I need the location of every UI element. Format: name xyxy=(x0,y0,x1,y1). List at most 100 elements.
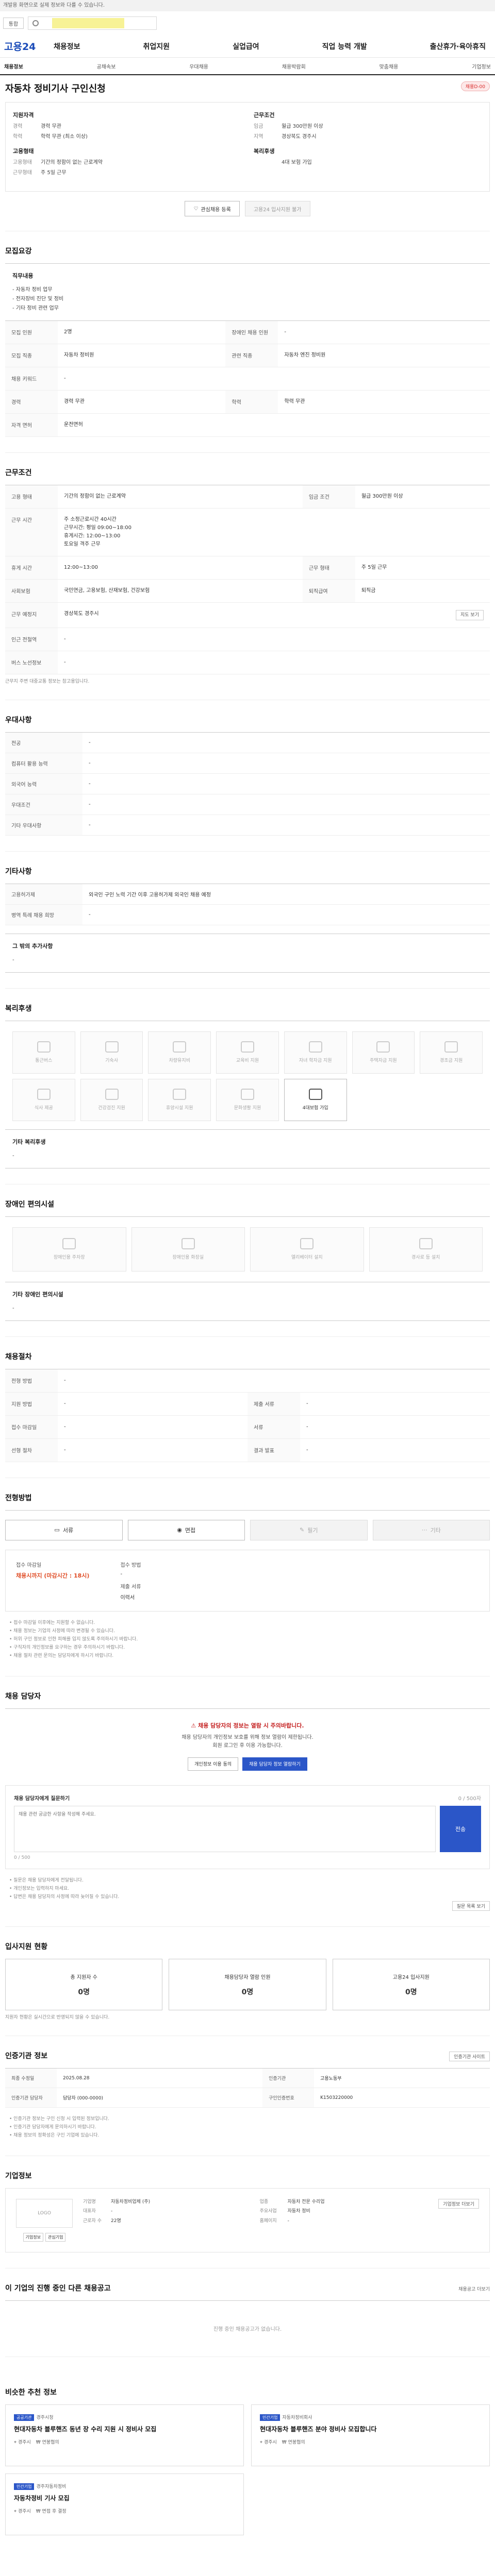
sub-nav-item[interactable]: 채용박람회 xyxy=(282,62,306,70)
work-note: 근무지 주변 대중교통 정보는 참고용입니다. xyxy=(5,679,90,685)
method-item: ◉ 면접 xyxy=(127,1519,245,1540)
recommend-card[interactable]: 민간기업 경주자동차정비 자동차정비 기사 모집 ⌖ 경주시 ₩ 면접 후 결정 xyxy=(5,2473,244,2535)
gnb-item[interactable]: 취업지원 xyxy=(143,41,170,52)
section-title: 근무조건 xyxy=(5,468,32,477)
summary-heading: 지원자격 xyxy=(13,112,34,118)
pay-icon: ₩ 면접 후 결정 xyxy=(36,2509,67,2515)
other-jobs-more-link[interactable]: 채용공고 더보기 xyxy=(458,2285,490,2292)
manager-notes: 질문은 채용 담당자에게 전달됩니다. 개인정보는 입력하지 마세요. 답변은 … xyxy=(5,1876,490,1902)
summary-row: 근무형태 주 5일 근무 xyxy=(13,170,67,176)
section-title: 전형방법 xyxy=(5,1494,32,1502)
car-icon xyxy=(173,1041,187,1053)
section-prefer: 우대사항 전공 - 컴퓨터 활용 능력 - 외국어 능력 - 우대조건 - 기타 우대사… xyxy=(5,700,490,836)
welfare-item: 경조금 지원 xyxy=(420,1031,483,1074)
search-box[interactable] xyxy=(28,16,157,30)
qa-send-button[interactable]: 전송 xyxy=(440,1805,481,1852)
health-icon xyxy=(105,1089,119,1100)
search-scope-select[interactable]: 통합 xyxy=(3,18,24,29)
gnb-item[interactable]: 실업급여 xyxy=(233,41,259,52)
interest-button[interactable]: ♡ 관심채용 등록 xyxy=(185,201,240,216)
apply-button[interactable]: 고용24 입사지원 불가 xyxy=(244,201,310,216)
site-logo[interactable]: 고용24 xyxy=(4,39,54,53)
summary-row: 고용형태 기간의 정함이 없는 근로계약 xyxy=(13,160,103,165)
ramp-icon xyxy=(419,1238,433,1250)
corp-more-button[interactable]: 기업정보 더보기 xyxy=(438,2198,479,2209)
sub-nav-item[interactable]: 맞춤채용 xyxy=(380,62,399,70)
section-applicants: 입사지원 현황 총 지원자 수 0명 채용담당자 열람 인원 0명 고용24 입사지… xyxy=(5,1926,490,2020)
dorm-icon xyxy=(105,1041,119,1053)
document-icon: ▭ xyxy=(54,1527,60,1534)
section-process: 채용절차 전형 방법 - 지원 방법 - 제출 서류 - 접수 마감일 - 서류 - 선형 절… xyxy=(5,1336,490,1462)
recommend-card[interactable]: 민간기업 자동차정비회사 현대자동차 블루핸즈 분야 정비사 모집합니다 ⌖ 경주… xyxy=(251,2404,490,2466)
summary-row: 경력 경력 무관 xyxy=(13,124,61,129)
corp-favorite-button[interactable]: 관심기업 xyxy=(45,2232,66,2242)
sub-nav-item[interactable]: 채용정보 xyxy=(4,62,23,70)
welfare-item: 문화생활 지원 xyxy=(216,1078,279,1121)
summary-welfare: 복리후생 4대 보험 가입 xyxy=(254,147,482,166)
house-icon xyxy=(376,1041,390,1053)
resort-icon xyxy=(173,1089,187,1100)
section-corp: 기업정보 LOGO 기업정보 관심기업 기업명 자동차정비업체 (주) 업종 자동차… xyxy=(5,2155,490,2252)
method-item: ▭ 서류 xyxy=(5,1519,123,1540)
search-row: 통합 xyxy=(0,11,495,35)
section-title: 우대사항 xyxy=(5,716,32,725)
welfare-grid: 통근버스 기숙사 차량유지비 교육비 지원 자녀 학자금 지원 주택자금 지원 … xyxy=(5,1020,490,1129)
qa-textarea[interactable] xyxy=(14,1805,436,1852)
search-highlight xyxy=(52,18,124,28)
prefer-table: 전공 - 컴퓨터 활용 능력 - 외국어 능력 - 우대조건 - 기타 우대사항 - xyxy=(5,732,490,836)
sub-nav-item[interactable]: 우대채용 xyxy=(189,62,208,70)
corp-info-button[interactable]: 기업정보 xyxy=(23,2232,43,2242)
section-title: 채용 담당자 xyxy=(5,1692,41,1701)
welfare-item: 식사 제공 xyxy=(12,1078,75,1121)
scholarship-icon xyxy=(308,1041,322,1053)
view-manager-button[interactable]: 채용 담당자 정보 열람하기 xyxy=(242,1757,307,1771)
section-title: 기타사항 xyxy=(5,868,32,876)
consent-button[interactable]: 개인정보 이용 동의 xyxy=(188,1757,239,1771)
warning-icon: ⚠ xyxy=(191,1722,199,1729)
map-button[interactable]: 지도 보기 xyxy=(456,609,484,621)
job-header: 자동차 정비기사 구인신청 채용D-00 xyxy=(0,75,495,95)
section-title: 비슷한 추천 정보 xyxy=(5,2388,57,2397)
gnb-item[interactable]: 출산휴가·육아휴직 xyxy=(430,41,486,52)
section-title: 복리후생 xyxy=(5,1004,32,1013)
recommend-card[interactable]: 공공기관 경주시청 현대자동차 블루핸즈 동년 장 수리 지원 시 정비사 모집 … xyxy=(5,2404,244,2466)
summary-row: 지역 경상북도 경주시 xyxy=(254,134,317,140)
disabled-extra: 기타 장애인 편의시설 - xyxy=(5,1281,490,1321)
welfare-item: 건강검진 지원 xyxy=(80,1078,143,1121)
deadline-value: 채용시까지 (마감시간 : 18시) xyxy=(16,1572,90,1579)
parking-icon xyxy=(62,1238,76,1250)
apply-info-box: 접수 마감일 채용시까지 (마감시간 : 18시) 접수 방법 - 제출 서류 … xyxy=(5,1549,490,1612)
etc-table: 고용허가제 외국인 구인 노력 기간 이후 고용허가제 외국인 채용 예정 병역 … xyxy=(5,884,490,926)
pencil-icon: ✎ xyxy=(300,1527,305,1534)
section-other-jobs: 이 기업의 진행 중인 다른 채용공고 채용공고 더보기 진행 중인 채용공고가… xyxy=(5,2267,490,2357)
welfare-item: 교육비 지원 xyxy=(216,1031,279,1074)
insurance-icon xyxy=(308,1089,322,1100)
method-item: ✎ 필기 xyxy=(250,1519,368,1540)
top-notice: 개발용 화면으로 실제 정보와 다를 수 있습니다. xyxy=(0,0,495,11)
sub-nav-item[interactable]: 기업정보 xyxy=(472,62,491,70)
gnb-item[interactable]: 직업 능력 개발 xyxy=(322,41,367,52)
cert-site-button[interactable]: 인증기관 사이트 xyxy=(449,2052,490,2062)
pay-icon: ₩ 연봉협의 xyxy=(282,2440,305,2446)
stat-item: 채용담당자 열람 인원 0명 xyxy=(169,1959,326,2011)
apply-notes: 접수 마감일 이후에는 지원할 수 없습니다. 채용 정보는 기업의 사정에 따… xyxy=(5,1619,490,1660)
work-table: 고용 형태 기간의 정함이 없는 근로계약 임금 조건 월급 300만원 이상 근무 … xyxy=(5,484,490,675)
sub-nav-item[interactable]: 공채속보 xyxy=(97,62,116,70)
qa-more-button[interactable]: 질문 목록 보기 xyxy=(452,1901,490,1911)
etc-extra: 그 밖의 추가사항 - xyxy=(5,934,490,973)
section-method: 전형방법 ▭ 서류 ◉ 면접 ✎ 필기 ⋯ 기타 접수 마감일 채용시까지 (마감시간 … xyxy=(5,1477,490,1660)
search-icon xyxy=(32,20,39,26)
other-jobs-empty: 진행 중인 채용공고가 없습니다. xyxy=(5,2300,490,2357)
section-title: 기업정보 xyxy=(5,2172,32,2180)
section-manager: 채용 담당자 ⚠ 채용 담당자의 정보는 열람 시 주의바랍니다. 채용 담당자… xyxy=(5,1675,490,1911)
status-badge: 채용D-00 xyxy=(460,81,490,91)
interview-icon: ◉ xyxy=(177,1527,182,1534)
section-title: 인증기관 정보 xyxy=(5,2052,48,2061)
method-item: ⋯ 기타 xyxy=(372,1519,490,1540)
summary-employment: 고용형태 고용형태 기간의 정함이 없는 근로계약 근무형태 주 5일 근무 xyxy=(13,147,241,177)
gnb-item[interactable]: 채용정보 xyxy=(54,41,80,52)
more-icon: ⋯ xyxy=(421,1527,427,1534)
section-welfare: 복리후생 통근버스 기숙사 차량유지비 교육비 지원 자녀 학자금 지원 주택자… xyxy=(5,988,490,1168)
facility-item: 엘리베이터 설치 xyxy=(250,1227,364,1272)
section-disabled: 장애인 편의시설 장애인용 주차장 장애인용 화장실 엘리베이터 설치 경사로 … xyxy=(5,1183,490,1321)
